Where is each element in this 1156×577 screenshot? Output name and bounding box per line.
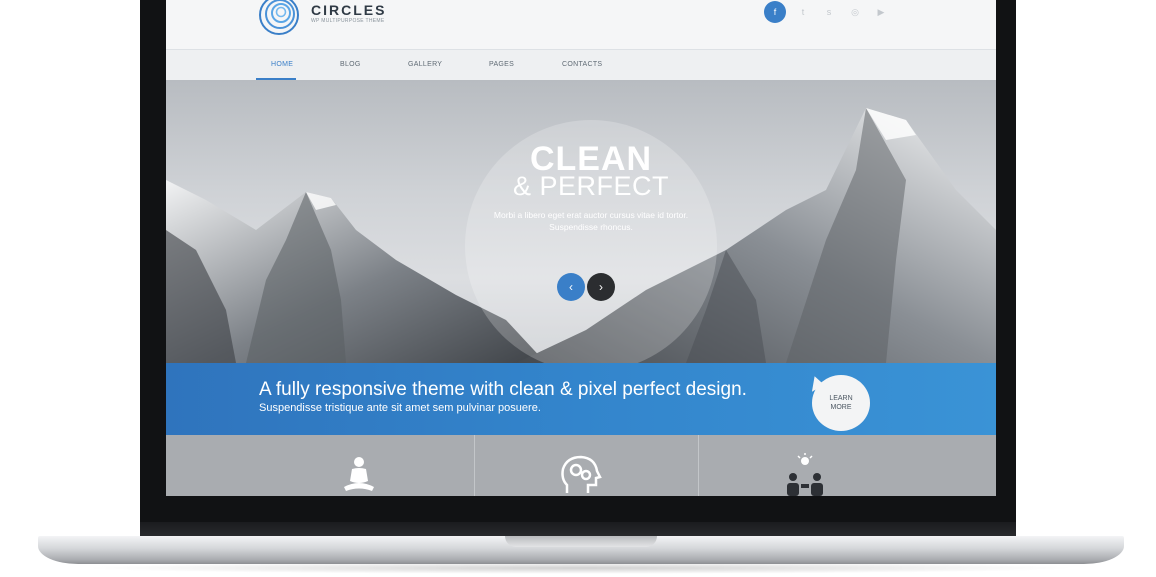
slider-next-button[interactable]: › <box>587 273 615 301</box>
facebook-icon[interactable]: f <box>764 1 786 23</box>
slider-prev-button[interactable]: ‹ <box>557 273 585 301</box>
feature-divider <box>698 435 699 496</box>
logo-title[interactable]: CIRCLES <box>311 2 386 18</box>
team-idea-icon <box>787 453 823 496</box>
website-screen: CIRCLES WP MULTIPURPOSE THEME f t s ◎ ▶ … <box>166 0 996 496</box>
youtube-icon[interactable]: ▶ <box>872 3 890 21</box>
features-row <box>166 435 996 496</box>
twitter-icon[interactable]: t <box>794 3 812 21</box>
learn-more-line1: LEARN <box>829 395 853 402</box>
main-nav: HOME BLOG GALLERY PAGES CONTACTS <box>166 49 996 82</box>
nav-item-home[interactable]: HOME <box>271 61 293 68</box>
dribbble-icon[interactable]: ◎ <box>846 3 864 21</box>
learn-more-line2: MORE <box>830 404 852 411</box>
banner-title: A fully responsive theme with clean & pi… <box>259 379 747 400</box>
promo-banner: A fully responsive theme with clean & pi… <box>166 363 996 435</box>
nav-item-contacts[interactable]: CONTACTS <box>562 61 602 68</box>
logo-tagline: WP MULTIPURPOSE THEME <box>311 18 385 24</box>
feature-divider <box>474 435 475 496</box>
logo-circles-icon[interactable] <box>258 0 300 36</box>
meditation-icon <box>344 457 374 491</box>
laptop-notch <box>505 536 657 547</box>
nav-item-blog[interactable]: BLOG <box>340 61 361 68</box>
nav-item-pages[interactable]: PAGES <box>489 61 514 68</box>
site-header: CIRCLES WP MULTIPURPOSE THEME f t s ◎ ▶ <box>166 0 996 49</box>
head-gears-icon <box>561 455 602 493</box>
banner-subtitle: Suspendisse tristique ante sit amet sem … <box>259 402 541 414</box>
learn-more-button[interactable]: LEARN MORE <box>812 375 870 431</box>
skype-icon[interactable]: s <box>820 3 838 21</box>
hero-description: Morbi a libero eget erat auctor cursus v… <box>493 210 689 232</box>
hero-slider: CLEAN & PERFECT Morbi a libero eget erat… <box>166 80 996 363</box>
social-icons: f t s ◎ ▶ <box>764 1 890 23</box>
hero-title-line2: & PERFECT <box>512 171 670 201</box>
nav-item-gallery[interactable]: GALLERY <box>408 61 442 68</box>
